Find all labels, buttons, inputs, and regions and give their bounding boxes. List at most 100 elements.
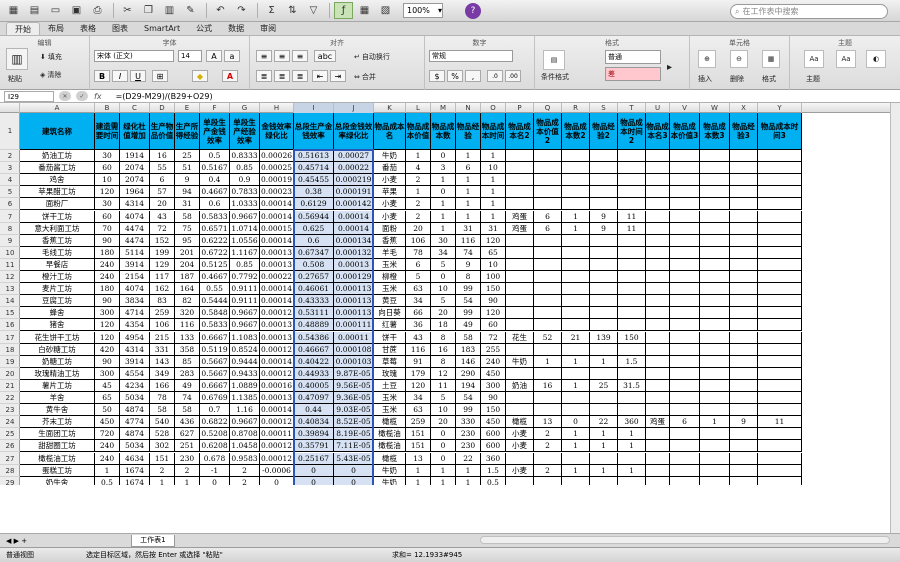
data-cell[interactable] bbox=[534, 404, 562, 417]
data-cell[interactable]: 360 bbox=[618, 416, 646, 429]
data-cell[interactable]: 小麦 bbox=[506, 440, 534, 453]
italic-icon[interactable]: I bbox=[112, 70, 128, 82]
data-cell[interactable] bbox=[590, 392, 618, 405]
data-cell[interactable] bbox=[618, 319, 646, 332]
data-cell[interactable] bbox=[730, 174, 758, 187]
data-cell[interactable] bbox=[590, 162, 618, 175]
data-cell[interactable]: 1 bbox=[175, 476, 200, 485]
data-cell[interactable] bbox=[700, 404, 730, 417]
data-cell[interactable]: 6 bbox=[534, 222, 562, 235]
data-cell[interactable]: 4474 bbox=[120, 234, 150, 247]
data-cell[interactable] bbox=[730, 319, 758, 332]
data-cell[interactable] bbox=[562, 198, 590, 211]
data-cell[interactable] bbox=[758, 379, 802, 392]
data-cell[interactable]: 0.000113 bbox=[334, 283, 374, 296]
data-cell[interactable]: 10 bbox=[95, 174, 120, 187]
data-cell[interactable]: 0.5125 bbox=[200, 258, 230, 271]
data-cell[interactable] bbox=[700, 150, 730, 163]
data-cell[interactable]: 0.00012 bbox=[260, 452, 294, 465]
data-cell[interactable] bbox=[758, 307, 802, 320]
data-cell[interactable] bbox=[646, 440, 670, 453]
data-cell[interactable]: 1 bbox=[456, 476, 481, 485]
data-cell[interactable] bbox=[646, 295, 670, 308]
data-cell[interactable]: 0.7792 bbox=[230, 271, 260, 284]
data-cell[interactable]: 129 bbox=[150, 258, 175, 271]
data-cell[interactable]: 25 bbox=[590, 379, 618, 392]
data-cell[interactable]: 0 bbox=[294, 476, 334, 485]
data-cell[interactable]: 0.000113 bbox=[334, 307, 374, 320]
filter-icon[interactable]: ▽ bbox=[304, 2, 323, 19]
data-cell[interactable]: 5 bbox=[431, 258, 456, 271]
data-cell[interactable] bbox=[758, 210, 802, 223]
data-cell[interactable]: 20 bbox=[150, 198, 175, 211]
data-cell[interactable]: 0.53111 bbox=[294, 307, 334, 320]
building-name-cell[interactable]: 早餐店 bbox=[20, 258, 95, 271]
data-cell[interactable]: 9 bbox=[590, 222, 618, 235]
data-cell[interactable]: 0 bbox=[260, 476, 294, 485]
align-middle-icon[interactable]: ≡ bbox=[274, 50, 290, 62]
border-icon[interactable]: ⊞ bbox=[152, 70, 168, 82]
data-cell[interactable]: 0.6667 bbox=[200, 379, 230, 392]
data-cell[interactable] bbox=[534, 198, 562, 211]
data-cell[interactable] bbox=[700, 271, 730, 284]
data-cell[interactable] bbox=[730, 150, 758, 163]
data-cell[interactable]: 1 bbox=[431, 222, 456, 235]
data-cell[interactable]: 1 bbox=[456, 150, 481, 163]
data-cell[interactable] bbox=[700, 174, 730, 187]
data-cell[interactable] bbox=[758, 295, 802, 308]
toolbox-icon[interactable]: ▧ bbox=[376, 2, 395, 19]
data-cell[interactable]: 251 bbox=[175, 440, 200, 453]
data-cell[interactable] bbox=[590, 258, 618, 271]
data-cell[interactable]: 99 bbox=[456, 404, 481, 417]
data-cell[interactable]: 0.5208 bbox=[200, 428, 230, 441]
data-cell[interactable]: 0.00012 bbox=[260, 367, 294, 380]
data-cell[interactable]: 8.52E-05 bbox=[334, 416, 374, 429]
data-cell[interactable]: 3914 bbox=[120, 355, 150, 368]
data-cell[interactable]: 179 bbox=[406, 367, 431, 380]
data-cell[interactable]: 0 bbox=[431, 440, 456, 453]
data-cell[interactable]: 0.00016 bbox=[260, 379, 294, 392]
data-cell[interactable]: 0.00013 bbox=[260, 319, 294, 332]
row-header[interactable]: 25 bbox=[0, 428, 20, 441]
data-cell[interactable] bbox=[506, 271, 534, 284]
data-cell[interactable] bbox=[506, 246, 534, 259]
data-cell[interactable] bbox=[700, 392, 730, 405]
data-cell[interactable]: 16 bbox=[534, 379, 562, 392]
data-cell[interactable]: 6 bbox=[150, 174, 175, 187]
data-cell[interactable] bbox=[618, 392, 646, 405]
data-cell[interactable]: 1 bbox=[431, 210, 456, 223]
data-cell[interactable]: 面粉 bbox=[374, 222, 406, 235]
data-cell[interactable]: 146 bbox=[456, 355, 481, 368]
data-cell[interactable] bbox=[758, 464, 802, 477]
data-cell[interactable]: 31 bbox=[456, 222, 481, 235]
data-cell[interactable]: 0.6129 bbox=[294, 198, 334, 211]
data-cell[interactable]: 0.00014 bbox=[260, 295, 294, 308]
data-cell[interactable] bbox=[670, 307, 700, 320]
data-cell[interactable] bbox=[730, 234, 758, 247]
column-header[interactable]: D bbox=[150, 103, 175, 113]
data-cell[interactable] bbox=[562, 271, 590, 284]
data-cell[interactable]: 5034 bbox=[120, 392, 150, 405]
data-cell[interactable]: 2154 bbox=[120, 271, 150, 284]
data-cell[interactable] bbox=[590, 319, 618, 332]
data-cell[interactable] bbox=[670, 150, 700, 163]
row-header[interactable]: 14 bbox=[0, 295, 20, 308]
data-cell[interactable] bbox=[590, 307, 618, 320]
building-name-cell[interactable]: 玫瑰精油工坊 bbox=[20, 367, 95, 380]
data-cell[interactable]: 8 bbox=[456, 271, 481, 284]
data-cell[interactable] bbox=[646, 283, 670, 296]
data-cell[interactable] bbox=[590, 452, 618, 465]
data-cell[interactable]: 橄榄油 bbox=[374, 440, 406, 453]
data-cell[interactable]: 600 bbox=[481, 440, 506, 453]
data-cell[interactable] bbox=[590, 404, 618, 417]
data-cell[interactable] bbox=[730, 355, 758, 368]
data-cell[interactable]: 11 bbox=[618, 210, 646, 223]
data-cell[interactable]: 11 bbox=[431, 379, 456, 392]
data-cell[interactable]: 0.5119 bbox=[200, 343, 230, 356]
data-cell[interactable]: 玉米 bbox=[374, 258, 406, 271]
header-cell[interactable]: 金钱效率绿化比 bbox=[260, 113, 294, 150]
data-cell[interactable]: 1 bbox=[481, 174, 506, 187]
header-cell[interactable]: 绿化杜值增加 bbox=[120, 113, 150, 150]
row-header[interactable]: 4 bbox=[0, 174, 20, 187]
search-input[interactable]: ⌕ 在工作表中搜索 bbox=[730, 4, 888, 19]
